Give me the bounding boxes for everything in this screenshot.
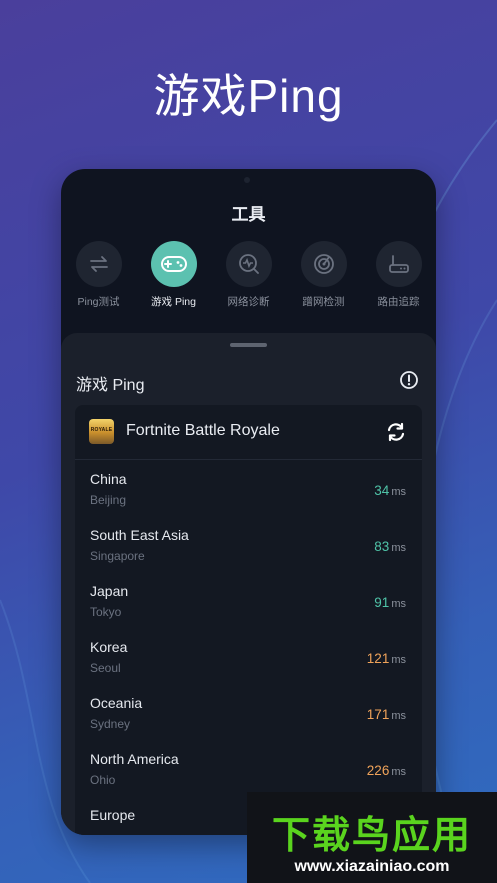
ping-unit: ms [391,486,406,498]
region-name: Europe [90,807,136,823]
ping-unit: ms [391,710,406,722]
ping-number: 91 [374,595,390,610]
region-name: South East Asia [90,527,189,543]
region-row-korea[interactable]: Korea Seoul 121 ms [75,629,422,685]
ping-unit: ms [391,766,406,778]
watermark-url: www.xiazainiao.com [294,858,450,875]
ping-number: 34 [374,483,390,498]
ping-value: 171 ms [367,707,406,722]
ping-unit: ms [391,654,406,666]
tool-label: Ping测试 [77,296,120,308]
network-diagnosis-icon [225,241,272,287]
tool-label: 路由追踪 [377,296,420,308]
ping-value: 83 ms [374,539,406,554]
region-city: Seoul [90,661,121,675]
region-row-south-east-asia[interactable]: South East Asia Singapore 83 ms [75,517,422,573]
tool-ping-test[interactable]: Ping测试 [61,241,136,309]
info-icon[interactable] [399,370,419,395]
tool-label: 游戏 Ping [151,296,196,308]
watermark: 下载鸟应用 www.xiazainiao.com [247,792,497,883]
region-city: Ohio [90,773,116,787]
ping-value: 91 ms [374,595,406,610]
game-card: ROYALE Fortnite Battle Royale China Beij… [75,405,422,835]
watermark-logo-text: 下载鸟应用 [271,815,472,857]
region-city: Tokyo [90,605,122,619]
region-row-japan[interactable]: Japan Tokyo 91 ms [75,573,422,629]
game-logo: ROYALE [89,419,114,444]
ping-number: 171 [366,707,390,722]
gamepad-icon [150,241,197,287]
region-name: Oceania [90,695,143,711]
game-name: Fortnite Battle Royale [126,422,280,439]
ping-value: 121 ms [367,651,406,666]
region-name: Korea [90,639,128,655]
tool-route-trace[interactable]: 路由追踪 [361,241,436,309]
ping-number: 83 [374,539,390,554]
region-row-oceania[interactable]: Oceania Sydney 171 ms [75,685,422,741]
tool-network-diagnosis[interactable]: 网络诊断 [211,241,286,309]
region-name: Japan [90,583,129,599]
camera-dot [244,177,250,183]
region-city: Singapore [90,549,145,563]
ping-value: 226 ms [367,763,406,778]
tools-row: Ping测试 游戏 Ping 网络诊断 蹭网检测 路由追踪 [61,241,436,311]
ping-number: 226 [366,763,390,778]
region-name: North America [90,751,179,767]
router-icon [375,241,422,287]
tool-game-ping[interactable]: 游戏 Ping [136,241,211,309]
region-name: China [90,471,127,487]
panel-title: 游戏 Ping [76,377,145,394]
hero-title: 游戏Ping [153,70,344,122]
ping-number: 121 [366,651,390,666]
ping-unit: ms [391,598,406,610]
game-selector[interactable]: ROYALE Fortnite Battle Royale [75,405,422,460]
region-city: Beijing [90,493,127,507]
region-city: Sydney [90,717,131,731]
region-row-north-america[interactable]: North America Ohio 226 ms [75,741,422,797]
region-row-china[interactable]: China Beijing 34 ms [75,461,422,517]
tools-title: 工具 [231,205,266,224]
ping-value: 34 ms [374,483,406,498]
game-logo-text: ROYALE [90,427,113,433]
drag-handle[interactable] [230,343,267,347]
tool-wifi-leech-detect[interactable]: 蹭网检测 [286,241,361,309]
radar-icon [300,241,347,287]
ping-unit: ms [391,542,406,554]
arrows-swap-icon [75,241,122,287]
tool-label: 蹭网检测 [302,296,345,308]
refresh-icon[interactable] [385,421,407,448]
game-ping-panel: 游戏 Ping ROYALE Fortnite Battle Royale Ch… [61,333,436,835]
tool-label: 网络诊断 [227,296,270,308]
phone-screen: 工具 Ping测试 游戏 Ping 网络诊断 蹭网检测 路由追踪 游戏 Ping… [61,169,436,835]
